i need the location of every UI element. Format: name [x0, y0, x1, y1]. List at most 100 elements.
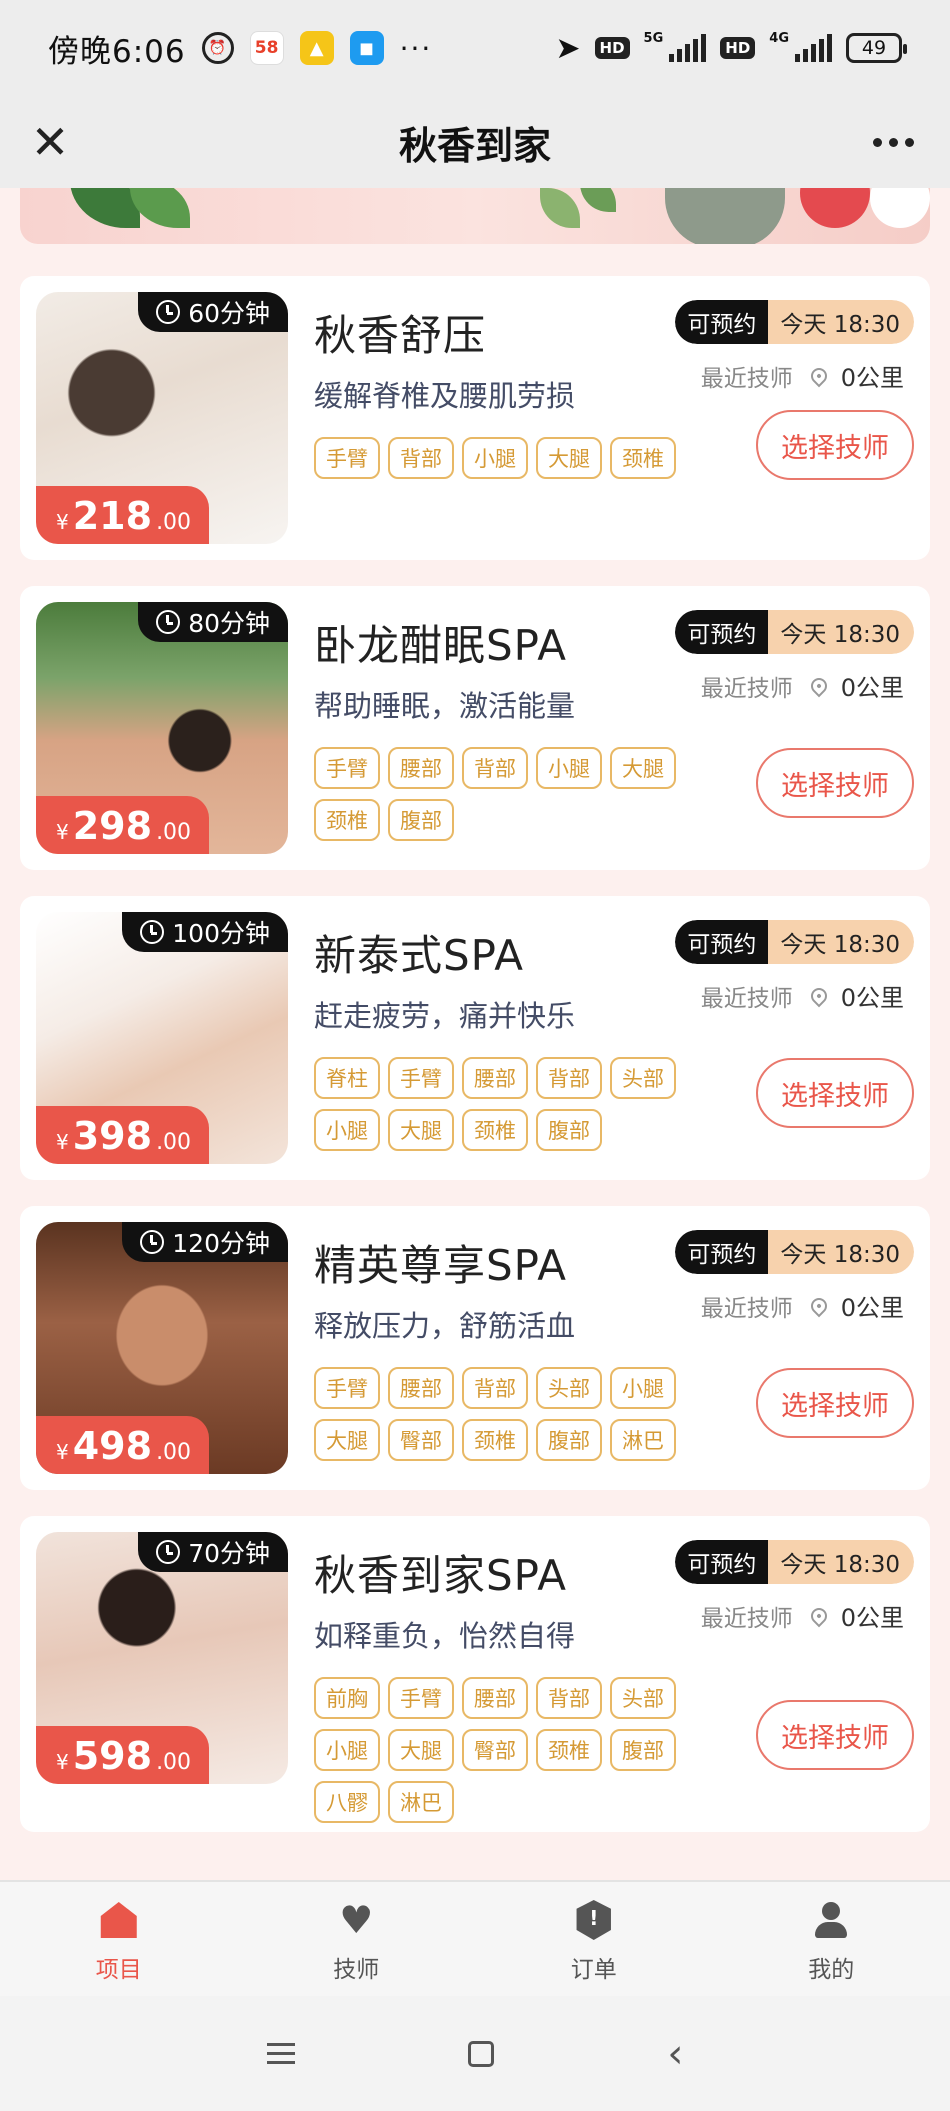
- choose-technician-button[interactable]: 选择技师: [756, 748, 914, 818]
- choose-technician-button[interactable]: 选择技师: [756, 1700, 914, 1770]
- body-part-tag: 颈椎: [462, 1109, 528, 1151]
- promo-banner[interactable]: [20, 188, 930, 244]
- service-info: 精英尊享SPA 释放压力，舒筋活血 手臂 腰部 背部 头部 小腿 大腿 臀部 颈…: [288, 1222, 914, 1474]
- tab-orders[interactable]: 订单: [475, 1882, 713, 1996]
- body-part-tag: 颈椎: [610, 437, 676, 479]
- app-header: ✕ 秋香到家: [0, 96, 950, 188]
- clock-icon: [140, 920, 165, 944]
- service-card[interactable]: 120分钟 ¥ 498 .00 精英尊享SPA 释放压力，舒筋活血 手臂 腰部 …: [20, 1206, 930, 1490]
- body-part-tag: 淋巴: [610, 1419, 676, 1461]
- location-pin-icon: [807, 984, 831, 1007]
- availability-label: 可预约: [675, 610, 769, 654]
- service-photo: 120分钟 ¥ 498 .00: [36, 1222, 288, 1474]
- tab-mine[interactable]: 我的: [713, 1882, 950, 1996]
- hd-badge-2: HD: [720, 37, 756, 59]
- body-part-tag: 背部: [462, 747, 528, 789]
- availability-label: 可预约: [675, 1540, 769, 1584]
- body-part-tag: 小腿: [610, 1367, 676, 1409]
- price-badge: ¥ 598 .00: [36, 1726, 210, 1784]
- location-pin-icon: [807, 1294, 831, 1317]
- tab-label: 我的: [808, 1957, 855, 1983]
- availability-badge: 可预约 今天 18:30: [675, 920, 914, 964]
- back-button[interactable]: ‹: [667, 2034, 683, 2074]
- availability-label: 可预约: [675, 300, 769, 344]
- duration-badge: 120分钟: [122, 1222, 288, 1262]
- service-card[interactable]: 100分钟 ¥ 398 .00 新泰式SPA 赶走疲劳，痛并快乐 脊柱 手臂 腰…: [20, 896, 930, 1180]
- service-info: 卧龙酣眠SPA 帮助睡眠，激活能量 手臂 腰部 背部 小腿 大腿 颈椎 腹部 可…: [288, 602, 914, 854]
- body-part-tag: 大腿: [536, 437, 602, 479]
- price-integer: 298: [72, 804, 153, 848]
- price-integer: 498: [72, 1424, 153, 1468]
- bird-app-icon: ▲: [299, 31, 334, 65]
- body-part-tag: 背部: [462, 1367, 528, 1409]
- availability-badge: 可预约 今天 18:30: [675, 610, 914, 654]
- body-part-tag: 淋巴: [388, 1781, 454, 1823]
- tag-list: 手臂 腰部 背部 小腿 大腿 颈椎 腹部: [314, 747, 684, 841]
- body-part-tag: 大腿: [610, 747, 676, 789]
- heart-icon: ♥: [339, 1898, 374, 1942]
- duration-text: 80分钟: [188, 609, 270, 638]
- choose-technician-button[interactable]: 选择技师: [756, 410, 914, 480]
- body-part-tag: 背部: [536, 1677, 602, 1719]
- distance-text: 0公里: [840, 984, 904, 1012]
- body-part-tag: 小腿: [536, 747, 602, 789]
- home-button[interactable]: [467, 2040, 494, 2067]
- more-notifications-icon: ···: [399, 31, 433, 65]
- duration-text: 60分钟: [188, 299, 270, 328]
- price-integer: 398: [72, 1114, 153, 1158]
- body-part-tag: 头部: [610, 1677, 676, 1719]
- availability-time: 今天 18:30: [768, 300, 914, 344]
- nearest-technician: 最近技师 0公里: [701, 358, 904, 393]
- body-part-tag: 臀部: [462, 1729, 528, 1771]
- distance-text: 0公里: [840, 364, 904, 392]
- body-part-tag: 脊柱: [314, 1057, 380, 1099]
- service-info: 秋香舒压 缓解脊椎及腰肌劳损 手臂 背部 小腿 大腿 颈椎 可预约 今天 18:…: [288, 292, 914, 544]
- body-part-tag: 腰部: [388, 747, 454, 789]
- service-card[interactable]: 70分钟 ¥ 598 .00 秋香到家SPA 如释重负，怡然自得 前胸 手臂 腰…: [20, 1516, 930, 1832]
- more-options-button[interactable]: [873, 122, 914, 162]
- service-photo: 60分钟 ¥ 218 .00: [36, 292, 288, 544]
- availability-badge: 可预约 今天 18:30: [675, 300, 914, 344]
- currency-symbol: ¥: [56, 820, 69, 844]
- nearest-label: 最近技师: [700, 1295, 793, 1322]
- nearest-label: 最近技师: [700, 985, 793, 1012]
- duration-badge: 100分钟: [122, 912, 288, 952]
- service-card[interactable]: 80分钟 ¥ 298 .00 卧龙酣眠SPA 帮助睡眠，激活能量 手臂 腰部 背…: [20, 586, 930, 870]
- signal-icon-2: [795, 34, 832, 62]
- leaf-decoration: [70, 188, 140, 228]
- price-badge: ¥ 498 .00: [36, 1416, 210, 1474]
- nearest-technician: 最近技师 0公里: [701, 1288, 904, 1323]
- currency-symbol: ¥: [56, 1440, 69, 1464]
- choose-technician-button[interactable]: 选择技师: [756, 1368, 914, 1438]
- alarm-icon: ⏰: [201, 32, 234, 64]
- body-part-tag: 小腿: [314, 1109, 380, 1151]
- tab-label: 订单: [570, 1957, 617, 1983]
- leaf-decoration: [540, 188, 580, 228]
- bottom-tab-bar: 项目 ♥ 技师 订单 我的: [0, 1880, 950, 1996]
- network-4g-label: 4G: [769, 30, 789, 46]
- recent-apps-button[interactable]: [266, 2043, 295, 2064]
- body-part-tag: 大腿: [314, 1419, 380, 1461]
- availability-time: 今天 18:30: [768, 610, 914, 654]
- availability-badge: 可预约 今天 18:30: [675, 1230, 914, 1274]
- body-part-tag: 八髎: [314, 1781, 380, 1823]
- body-part-tag: 手臂: [314, 747, 380, 789]
- body-part-tag: 头部: [536, 1367, 602, 1409]
- tab-projects[interactable]: 项目: [0, 1882, 238, 1996]
- body-part-tag: 颈椎: [536, 1729, 602, 1771]
- choose-technician-button[interactable]: 选择技师: [756, 1058, 914, 1128]
- nearest-technician: 最近技师 0公里: [701, 978, 904, 1013]
- shield-icon: [576, 1900, 611, 1940]
- tab-technicians[interactable]: ♥ 技师: [238, 1882, 476, 1996]
- clock-icon: [156, 610, 181, 634]
- nearest-technician: 最近技师 0公里: [701, 668, 904, 703]
- availability-label: 可预约: [675, 920, 769, 964]
- service-card[interactable]: 60分钟 ¥ 218 .00 秋香舒压 缓解脊椎及腰肌劳损 手臂 背部 小腿 大…: [20, 276, 930, 560]
- price-badge: ¥ 218 .00: [36, 486, 210, 544]
- user-icon: [811, 1900, 851, 1940]
- price-decimal: .00: [156, 820, 192, 845]
- battery-icon: 49: [846, 33, 907, 63]
- duration-text: 120分钟: [172, 1229, 270, 1258]
- close-button[interactable]: ✕: [28, 119, 72, 165]
- body-part-tag: 头部: [610, 1057, 676, 1099]
